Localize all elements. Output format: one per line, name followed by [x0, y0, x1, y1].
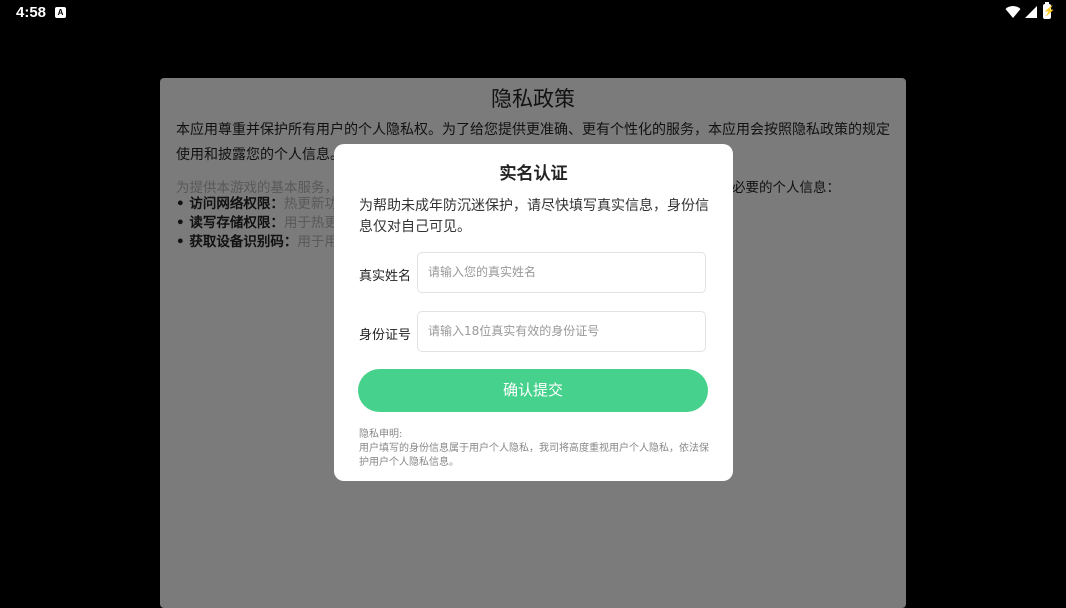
id-number-input[interactable]: 请输入18位真实有效的身份证号 — [417, 311, 706, 352]
privacy-disclaimer: 隐私申明: 用户填写的身份信息属于用户个人隐私，我司将高度重视用户个人隐私，依法… — [359, 428, 709, 470]
disclaimer-text: 用户填写的身份信息属于用户个人隐私，我司将高度重视用户个人隐私，依法保护用户个人… — [359, 443, 709, 468]
submit-button[interactable]: 确认提交 — [358, 369, 708, 412]
dialog-title: 实名认证 — [499, 164, 568, 184]
id-number-label: 身份证号 — [359, 328, 412, 343]
real-name-input[interactable]: 请输入您的真实姓名 — [417, 252, 706, 293]
real-name-verification-dialog: 实名认证 为帮助未成年防沉迷保护，请尽快填写真实信息，身份信息仅对自己可见。 真… — [334, 144, 733, 481]
name-label: 真实姓名 — [359, 269, 412, 284]
disclaimer-title: 隐私申明: — [359, 429, 403, 440]
dialog-notice: 为帮助未成年防沉迷保护，请尽快填写真实信息，身份信息仅对自己可见。 — [359, 198, 709, 235]
